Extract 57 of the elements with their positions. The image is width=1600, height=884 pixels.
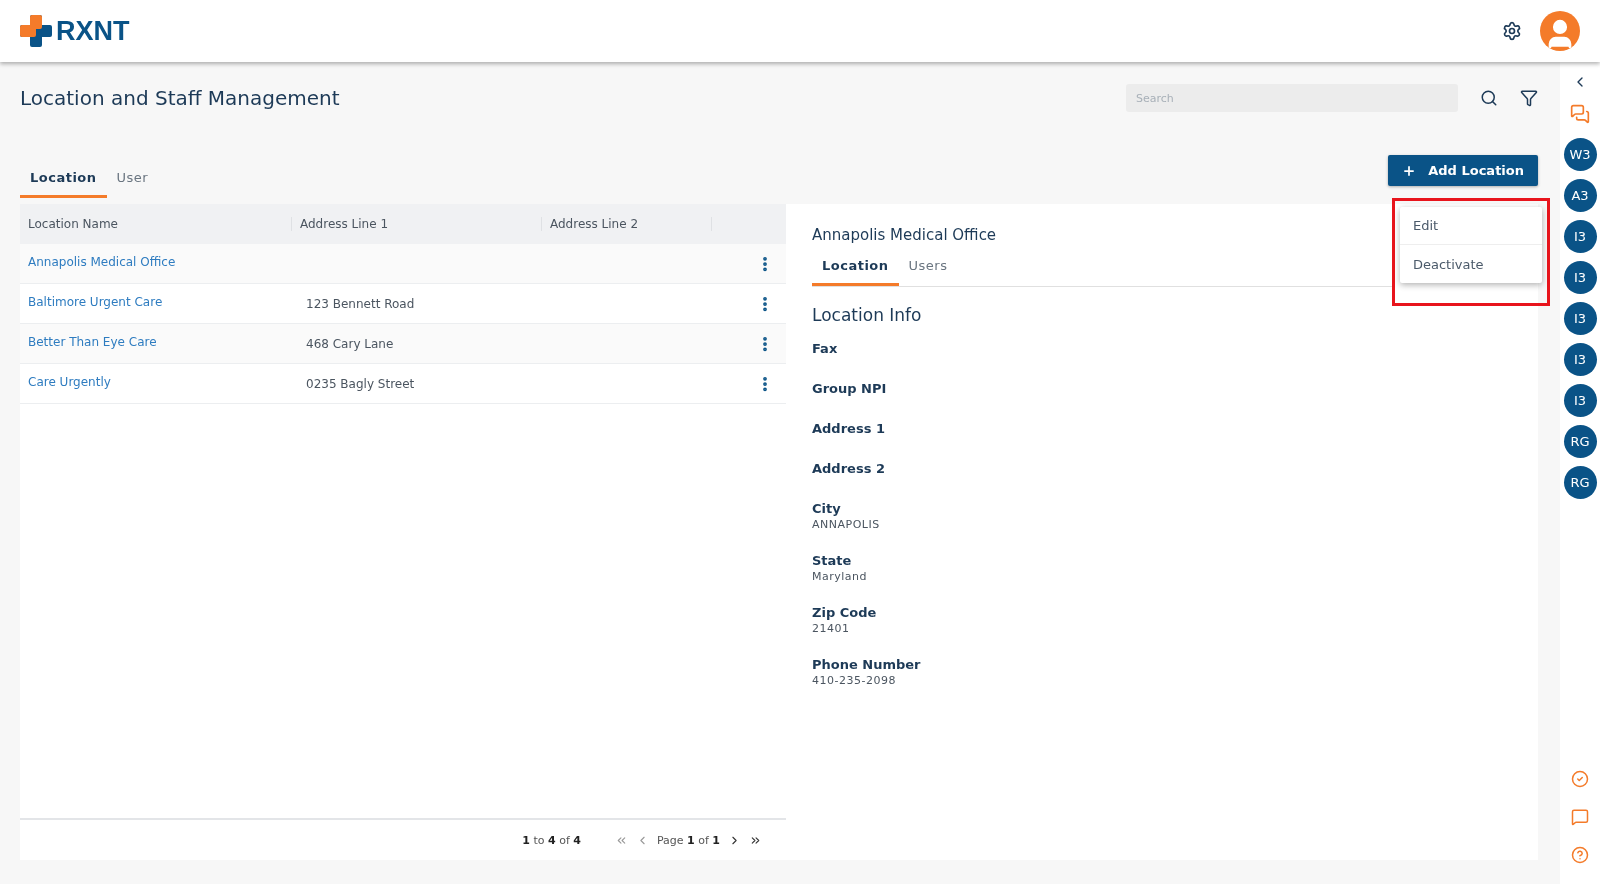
- avatar-button[interactable]: I3: [1563, 220, 1597, 253]
- field-label: Address 2: [812, 461, 886, 476]
- search-icon[interactable]: [1480, 89, 1498, 107]
- avatar-button[interactable]: I3: [1563, 302, 1597, 335]
- field-label: Address 1: [812, 421, 886, 436]
- user-avatar[interactable]: [1540, 11, 1580, 51]
- avatar-button[interactable]: RG: [1563, 425, 1597, 458]
- table-row[interactable]: Annapolis Medical Office: [20, 244, 786, 284]
- avatar-button[interactable]: A3: [1563, 179, 1597, 212]
- avatar-button[interactable]: W3: [1563, 138, 1597, 171]
- tab[interactable]: Location: [20, 170, 107, 198]
- field-value: ANNAPOLIS: [812, 518, 881, 531]
- location-link[interactable]: Annapolis Medical Office: [20, 244, 298, 269]
- field-label: Group NPI: [812, 381, 888, 396]
- field-label: City: [812, 501, 842, 516]
- help-icon[interactable]: [1571, 846, 1589, 864]
- avatar-button[interactable]: I3: [1563, 261, 1597, 294]
- table-cell-text: 0235 Bagly Street: [305, 376, 416, 391]
- field-label: Fax: [812, 341, 839, 356]
- settings-icon[interactable]: [1502, 21, 1522, 41]
- field-label: State: [812, 553, 853, 568]
- column-header: Location Name: [20, 217, 292, 231]
- table-cell-text: 123 Bennett Road: [305, 296, 416, 311]
- chat-icon[interactable]: [1570, 104, 1590, 124]
- row-count: 1 to 4 of 4: [522, 833, 581, 847]
- detail-title: Annapolis Medical Office: [812, 226, 998, 244]
- location-link[interactable]: Better Than Eye Care: [20, 324, 298, 349]
- plus-icon: [1402, 163, 1417, 178]
- menu-item[interactable]: Deactivate: [1400, 245, 1542, 283]
- check-icon[interactable]: [1571, 770, 1589, 788]
- table-row[interactable]: Better Than Eye Care 468 Cary Lane: [20, 324, 786, 364]
- column-header: Address Line 2: [542, 217, 712, 231]
- avatar-button[interactable]: RG: [1563, 466, 1597, 499]
- field-value: Maryland: [812, 570, 868, 583]
- filter-icon[interactable]: [1520, 89, 1538, 107]
- tab[interactable]: Location: [812, 258, 899, 286]
- column-header: Address Line 1: [292, 217, 542, 231]
- add-location-button[interactable]: Add Location: [1388, 155, 1538, 186]
- field-value: 410-235-2098: [812, 674, 897, 687]
- logo-text: RXNT: [56, 15, 130, 47]
- section-title: Location Info: [812, 305, 923, 325]
- location-link[interactable]: Baltimore Urgent Care: [20, 284, 298, 309]
- avatar-button[interactable]: I3: [1563, 343, 1597, 376]
- field-label: Zip Code: [812, 605, 878, 620]
- page-info: Page 1 of 1: [656, 833, 720, 847]
- menu-item[interactable]: Edit: [1400, 207, 1542, 245]
- tab[interactable]: Users: [898, 258, 958, 286]
- search-field[interactable]: Search: [1126, 84, 1458, 112]
- avatar-button[interactable]: I3: [1563, 384, 1597, 417]
- page-title: Location and Staff Management: [20, 86, 340, 110]
- location-link[interactable]: Care Urgently: [20, 364, 298, 389]
- table-cell-text: 468 Cary Lane: [305, 336, 395, 351]
- field-value: 21401: [812, 622, 851, 635]
- plus-logo-icon: [20, 15, 52, 47]
- field-label: Phone Number: [812, 657, 922, 672]
- message-icon[interactable]: [1571, 808, 1589, 826]
- tab[interactable]: User: [106, 170, 159, 198]
